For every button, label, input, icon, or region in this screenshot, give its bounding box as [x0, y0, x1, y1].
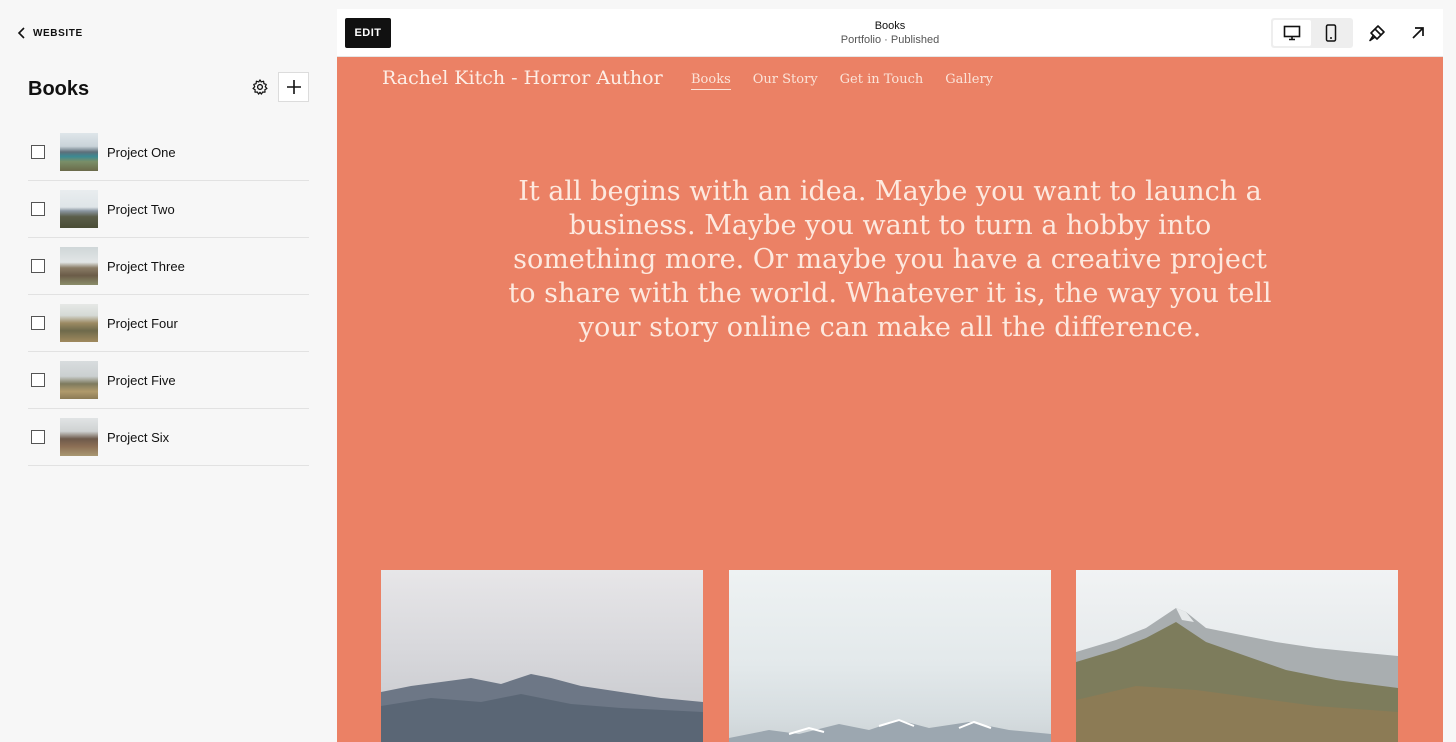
project-checkbox[interactable]: [31, 430, 45, 444]
project-checkbox[interactable]: [31, 145, 45, 159]
project-checkbox[interactable]: [31, 316, 45, 330]
project-list: Project One Project Two Project Three Pr…: [28, 124, 309, 466]
project-name: Project Three: [107, 258, 185, 274]
editor-toolbar: EDIT Books Portfolio · Published: [337, 9, 1443, 57]
mountain-photo: [381, 674, 703, 742]
site-styles-button[interactable]: [1364, 20, 1390, 46]
back-to-website-link[interactable]: WEBSITE: [17, 26, 83, 40]
mobile-icon: [1325, 24, 1337, 42]
project-item[interactable]: Project Four: [28, 295, 309, 352]
add-project-button[interactable]: [278, 72, 309, 102]
sidebar: WEBSITE Books Project One Project Two Pr…: [0, 0, 337, 742]
gear-icon: [252, 79, 268, 95]
project-name: Project Two: [107, 201, 175, 217]
panel-title: Books: [28, 78, 90, 100]
preview-frame: EDIT Books Portfolio · Published Rachel …: [337, 9, 1443, 742]
back-link-label: WEBSITE: [33, 27, 83, 39]
nav-link-our-story[interactable]: Our Story: [753, 72, 818, 90]
mountain-photo: [1076, 608, 1398, 742]
project-name: Project One: [107, 144, 176, 160]
paintbrush-icon: [1369, 25, 1385, 42]
chevron-left-icon: [17, 27, 25, 39]
nav-link-books[interactable]: Books: [691, 72, 731, 90]
project-item[interactable]: Project Five: [28, 352, 309, 409]
project-thumbnail: [60, 418, 98, 456]
nav-link-gallery[interactable]: Gallery: [945, 72, 993, 90]
mobile-view-button[interactable]: [1312, 20, 1350, 46]
project-thumbnail: [60, 247, 98, 285]
site-title[interactable]: Rachel Kitch - Horror Author: [382, 67, 663, 89]
project-item[interactable]: Project Three: [28, 238, 309, 295]
page-settings-button[interactable]: [248, 75, 272, 99]
arrow-up-right-icon: [1412, 27, 1424, 39]
project-thumbnail: [60, 190, 98, 228]
project-name: Project Six: [107, 429, 170, 445]
project-checkbox[interactable]: [31, 373, 45, 387]
hero-text: It all begins with an idea. Maybe you wa…: [508, 176, 1272, 343]
mountain-photo: [729, 718, 1051, 742]
project-item[interactable]: Project Two: [28, 181, 309, 238]
site-navigation: Books Our Story Get in Touch Gallery: [691, 72, 993, 90]
desktop-view-button[interactable]: [1273, 20, 1311, 46]
project-checkbox[interactable]: [31, 259, 45, 273]
project-item[interactable]: Project One: [28, 124, 309, 181]
gallery-image[interactable]: [381, 570, 703, 742]
project-thumbnail: [60, 133, 98, 171]
gallery-image[interactable]: [1076, 570, 1398, 742]
site-preview: Rachel Kitch - Horror Author Books Our S…: [337, 57, 1443, 742]
project-checkbox[interactable]: [31, 202, 45, 216]
desktop-icon: [1283, 25, 1301, 41]
device-toggle: [1271, 18, 1353, 48]
project-item[interactable]: Project Six: [28, 409, 309, 466]
gallery-image[interactable]: [729, 570, 1051, 742]
nav-link-get-in-touch[interactable]: Get in Touch: [840, 72, 924, 90]
project-name: Project Four: [107, 315, 178, 331]
project-thumbnail: [60, 304, 98, 342]
project-name: Project Five: [107, 372, 176, 388]
project-thumbnail: [60, 361, 98, 399]
plus-icon: [286, 80, 301, 94]
open-page-button[interactable]: [1405, 20, 1431, 46]
